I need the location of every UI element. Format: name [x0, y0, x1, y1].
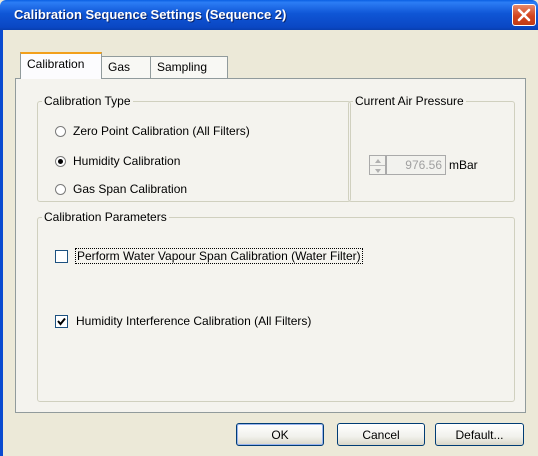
window-title: Calibration Sequence Settings (Sequence … — [14, 7, 287, 22]
humidity-interference-label: Humidity Interference Calibration (All F… — [76, 314, 312, 328]
tab-gas[interactable]: Gas — [101, 56, 151, 78]
spinner-down — [370, 166, 385, 175]
spinner-up-icon — [375, 159, 381, 163]
radio-button[interactable] — [55, 125, 66, 137]
default-button[interactable]: Default... — [435, 423, 524, 446]
water-vapour-checkbox[interactable] — [55, 249, 68, 263]
radio-gas-span-label: Gas Span Calibration — [73, 182, 188, 196]
close-button[interactable] — [512, 4, 536, 26]
air-pressure-field: 976.56 — [386, 155, 446, 175]
radio-humidity-label: Humidity Calibration — [73, 154, 181, 168]
air-pressure-group: Current Air Pressure 976.56 mBar — [348, 94, 515, 202]
close-icon — [517, 8, 531, 22]
spinner-down-icon — [375, 169, 381, 173]
radio-humidity[interactable]: Humidity Calibration — [55, 154, 180, 168]
humidity-interference-checkbox[interactable] — [55, 314, 68, 328]
air-pressure-unit: mBar — [449, 158, 478, 172]
pressure-spinner — [369, 155, 386, 175]
air-pressure-legend: Current Air Pressure — [355, 94, 464, 108]
water-vapour-checkbox-row[interactable]: Perform Water Vapour Span Calibration (W… — [55, 248, 363, 264]
calibration-parameters-group: Calibration Parameters Perform Water Vap… — [37, 210, 515, 402]
checkmark-icon — [57, 317, 66, 326]
window-border — [0, 30, 3, 456]
cancel-button[interactable]: Cancel — [337, 423, 425, 446]
calibration-type-legend: Calibration Type — [44, 94, 131, 108]
radio-button[interactable] — [55, 183, 66, 195]
ok-button[interactable]: OK — [236, 423, 324, 446]
calibration-parameters-legend: Calibration Parameters — [44, 210, 167, 224]
calibration-type-group: Calibration Type Zero Point Calibration … — [37, 94, 351, 202]
tab-sampling[interactable]: Sampling — [150, 56, 228, 78]
humidity-interference-checkbox-row[interactable]: Humidity Interference Calibration (All F… — [55, 314, 311, 328]
radio-zero-point[interactable]: Zero Point Calibration (All Filters) — [55, 124, 250, 138]
tab-sampling-label: Sampling — [157, 60, 208, 74]
tab-gas-label: Gas — [108, 60, 131, 74]
radio-button-selected[interactable] — [55, 155, 66, 167]
tab-calibration-label: Calibration — [27, 57, 85, 71]
radio-gas-span[interactable]: Gas Span Calibration — [55, 182, 187, 196]
spinner-up — [370, 156, 385, 166]
water-vapour-label: Perform Water Vapour Span Calibration (W… — [75, 248, 363, 264]
calibration-tab-panel: Calibration Type Zero Point Calibration … — [15, 78, 526, 413]
tab-calibration[interactable]: Calibration — [20, 52, 102, 79]
title-bar[interactable]: Calibration Sequence Settings (Sequence … — [0, 0, 538, 30]
radio-zero-point-label: Zero Point Calibration (All Filters) — [73, 124, 250, 138]
calibration-dialog: Calibration Sequence Settings (Sequence … — [0, 0, 538, 456]
